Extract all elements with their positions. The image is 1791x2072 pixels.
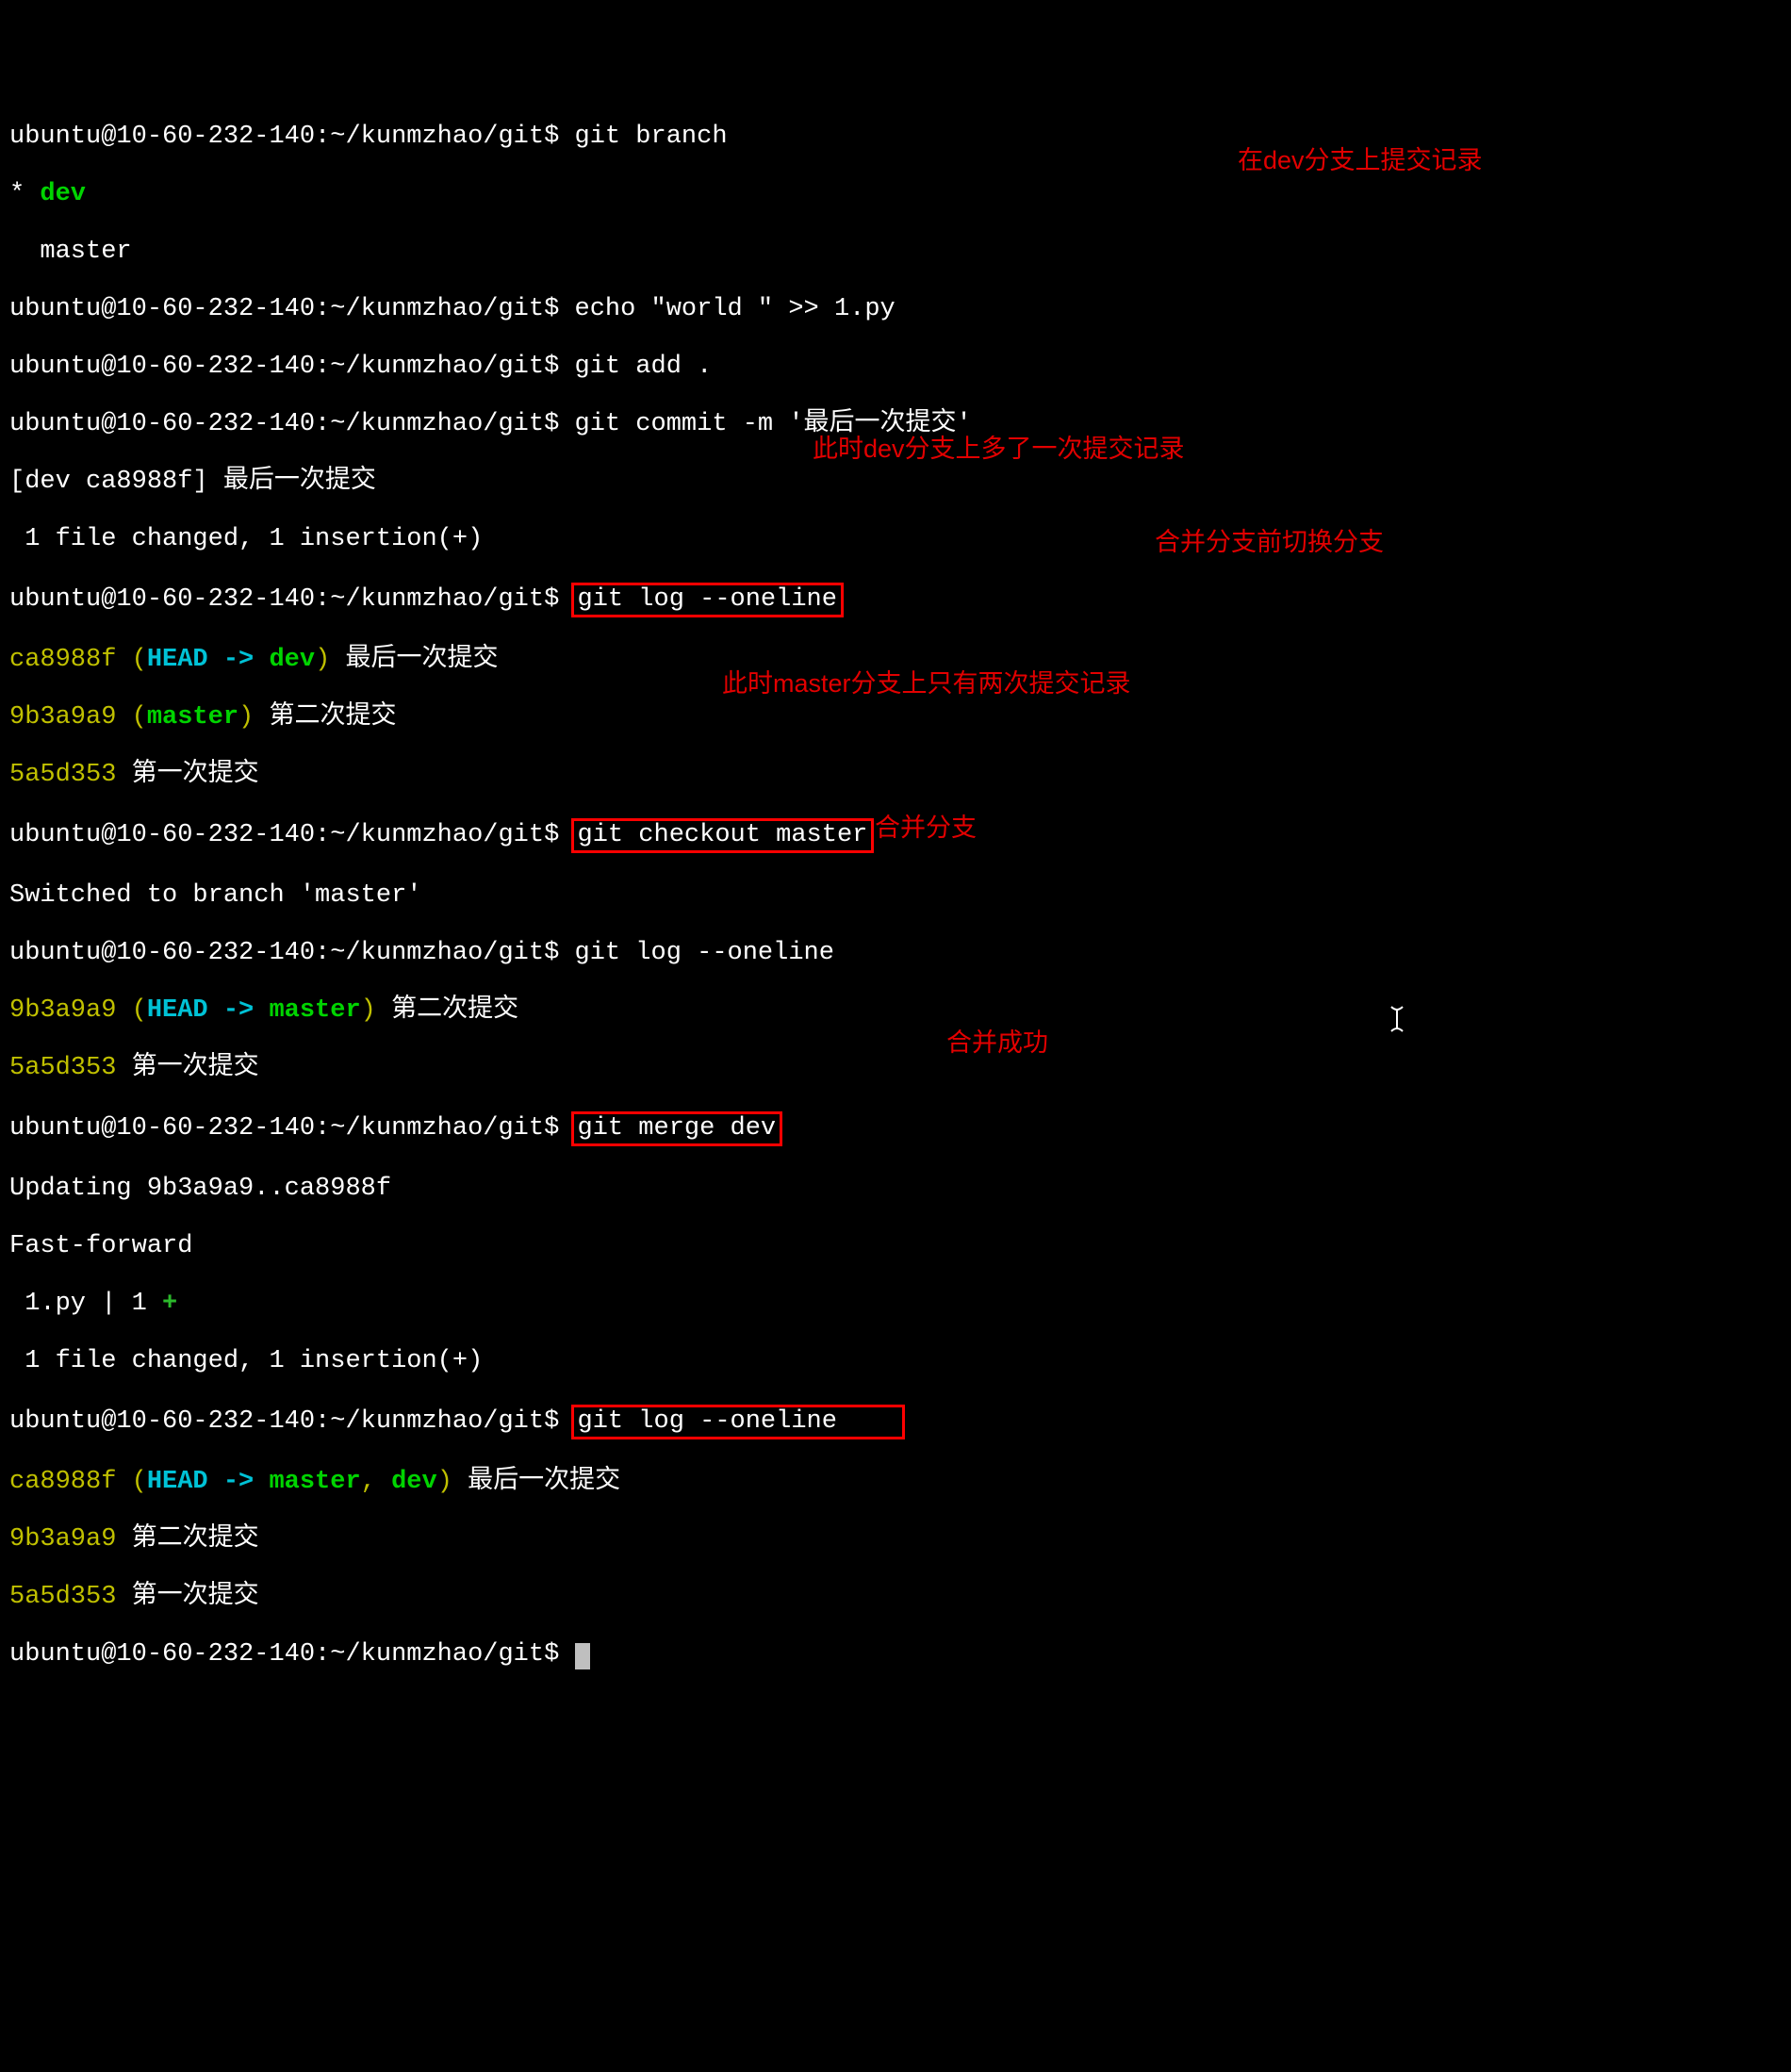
terminal-line: Fast-forward <box>9 1232 1782 1261</box>
switch-output: Switched to branch 'master' <box>9 881 421 910</box>
terminal-line: 1 file changed, 1 insertion(+) <box>9 1347 1782 1376</box>
highlight-box: git log --oneline <box>571 583 844 617</box>
merge-output-2: Fast-forward <box>9 1232 192 1260</box>
paren: ( <box>132 646 147 674</box>
highlight-box: git merge dev <box>571 1111 783 1146</box>
commit-hash: 5a5d353 <box>9 761 116 789</box>
plus-icon: + <box>162 1290 177 1318</box>
prompt: ubuntu@10-60-232-140:~/kunmzhao/git$ <box>9 410 575 438</box>
terminal-line: ubuntu@10-60-232-140:~/kunmzhao/git$ git… <box>9 353 1782 382</box>
paren: ) <box>238 703 254 732</box>
terminal-line: Updating 9b3a9a9..ca8988f <box>9 1175 1782 1204</box>
commit-hash: 9b3a9a9 <box>9 1525 116 1554</box>
merge-output-3a: 1.py | 1 <box>9 1290 162 1318</box>
paren: ) <box>437 1468 452 1496</box>
commit-hash: 9b3a9a9 <box>9 703 132 732</box>
terminal-line: ubuntu@10-60-232-140:~/kunmzhao/git$ git… <box>9 1405 1782 1439</box>
terminal-line: 1.py | 1 + <box>9 1290 1782 1319</box>
annotation: 此时dev分支上多了一次提交记录 <box>813 435 1185 464</box>
terminal-line: [dev ca8988f] 最后一次提交 <box>9 468 1782 497</box>
terminal-line: * dev <box>9 180 1782 209</box>
annotation: 此时master分支上只有两次提交记录 <box>722 669 1131 699</box>
cmd-git-branch: git branch <box>575 123 728 151</box>
highlight-box: git checkout master <box>571 818 875 853</box>
head-ref: HEAD -> <box>147 646 270 674</box>
merge-output-1: Updating 9b3a9a9..ca8988f <box>9 1175 391 1203</box>
commit-hash: ca8988f <box>9 1468 132 1496</box>
terminal-line: ubuntu@10-60-232-140:~/kunmzhao/git$ ech… <box>9 295 1782 324</box>
prompt: ubuntu@10-60-232-140:~/kunmzhao/git$ <box>9 353 575 381</box>
merge-output-4: 1 file changed, 1 insertion(+) <box>9 1347 483 1375</box>
branch-master: master <box>9 238 132 266</box>
commit-output-1: [dev ca8988f] 最后一次提交 <box>9 468 376 496</box>
terminal-line[interactable]: ubuntu@10-60-232-140:~/kunmzhao/git$ <box>9 1640 1782 1669</box>
terminal-line: ubuntu@10-60-232-140:~/kunmzhao/git$ git… <box>9 1111 1782 1146</box>
terminal-line: ubuntu@10-60-232-140:~/kunmzhao/git$ git… <box>9 123 1782 152</box>
cmd-echo: echo "world " >> 1.py <box>575 295 896 323</box>
cmd-git-log: git log --oneline <box>578 585 837 614</box>
paren: ) <box>361 996 376 1025</box>
prompt: ubuntu@10-60-232-140:~/kunmzhao/git$ <box>9 123 575 151</box>
annotation: 合并分支 <box>875 814 977 843</box>
branch-name: dev <box>269 646 315 674</box>
cmd-git-log: git log --oneline <box>575 939 834 967</box>
prompt: ubuntu@10-60-232-140:~/kunmzhao/git$ <box>9 821 575 849</box>
terminal-line: ca8988f (HEAD -> master, dev) 最后一次提交 <box>9 1468 1782 1497</box>
commit-msg: 第一次提交 <box>116 761 258 789</box>
terminal-line: 9b3a9a9 第二次提交 <box>9 1525 1782 1554</box>
paren: ( <box>132 1468 147 1496</box>
ibeam-cursor-icon <box>1355 973 1405 1044</box>
prompt: ubuntu@10-60-232-140:~/kunmzhao/git$ <box>9 1114 575 1143</box>
prompt: ubuntu@10-60-232-140:~/kunmzhao/git$ <box>9 585 575 614</box>
branch-name: dev <box>391 1468 437 1496</box>
commit-hash: 9b3a9a9 <box>9 996 132 1025</box>
terminal-line: 5a5d353 第一次提交 <box>9 1583 1782 1612</box>
terminal-line: 5a5d353 第一次提交 <box>9 761 1782 790</box>
cmd-git-merge: git merge dev <box>578 1114 777 1143</box>
commit-hash: 5a5d353 <box>9 1054 116 1082</box>
prompt: ubuntu@10-60-232-140:~/kunmzhao/git$ <box>9 939 575 967</box>
terminal-line: 1 file changed, 1 insertion(+) <box>9 525 1782 554</box>
paren: ( <box>132 703 147 732</box>
cmd-git-checkout: git checkout master <box>578 821 868 849</box>
prompt: ubuntu@10-60-232-140:~/kunmzhao/git$ <box>9 295 575 323</box>
commit-hash: ca8988f <box>9 646 132 674</box>
commit-msg: 第二次提交 <box>376 996 518 1025</box>
prompt: ubuntu@10-60-232-140:~/kunmzhao/git$ <box>9 1640 575 1669</box>
terminal-line: Switched to branch 'master' <box>9 881 1782 911</box>
highlight-box: git log --oneline <box>571 1405 905 1439</box>
paren: ( <box>132 996 147 1025</box>
terminal-line: 9b3a9a9 (master) 第二次提交 <box>9 703 1782 732</box>
branch-dev: dev <box>25 180 86 208</box>
branch-star: * <box>9 180 25 208</box>
annotation: 合并成功 <box>946 1028 1048 1058</box>
terminal-line: 9b3a9a9 (HEAD -> master) 第二次提交 <box>9 996 1782 1026</box>
terminal-line: ubuntu@10-60-232-140:~/kunmzhao/git$ git… <box>9 583 1782 617</box>
branch-name: master <box>269 1468 360 1496</box>
head-ref: HEAD -> <box>147 996 270 1025</box>
commit-msg: 第二次提交 <box>254 703 396 732</box>
branch-name: master <box>147 703 238 732</box>
commit-msg: 最后一次提交 <box>330 646 498 674</box>
commit-msg: 第二次提交 <box>116 1525 258 1554</box>
prompt: ubuntu@10-60-232-140:~/kunmzhao/git$ <box>9 1407 575 1436</box>
commit-output-2: 1 file changed, 1 insertion(+) <box>9 525 483 553</box>
annotation: 在dev分支上提交记录 <box>1238 146 1483 175</box>
commit-hash: 5a5d353 <box>9 1583 116 1611</box>
terminal-line: 5a5d353 第一次提交 <box>9 1054 1782 1083</box>
cursor-icon <box>575 1643 590 1669</box>
terminal-line: master <box>9 238 1782 267</box>
paren: ) <box>315 646 330 674</box>
commit-msg: 第一次提交 <box>116 1054 258 1082</box>
annotation: 合并分支前切换分支 <box>1155 528 1384 557</box>
commit-msg: 第一次提交 <box>116 1583 258 1611</box>
commit-msg: 最后一次提交 <box>452 1468 620 1496</box>
terminal-line: ubuntu@10-60-232-140:~/kunmzhao/git$ git… <box>9 939 1782 968</box>
branch-name: master <box>269 996 360 1025</box>
head-ref: HEAD -> <box>147 1468 270 1496</box>
comma: , <box>361 1468 391 1496</box>
cmd-git-log: git log --oneline <box>578 1407 837 1436</box>
cmd-git-add: git add . <box>575 353 713 381</box>
